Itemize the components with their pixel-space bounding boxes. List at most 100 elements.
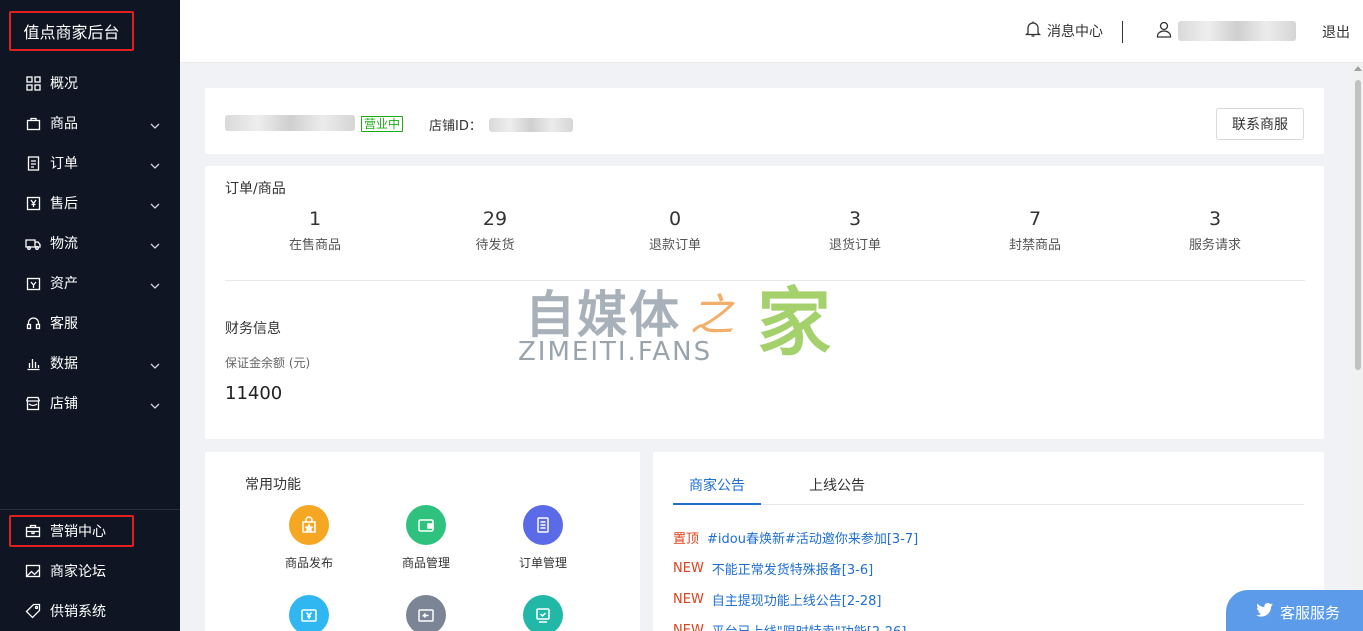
stat-return-orders[interactable]: 3 退货订单 — [765, 206, 945, 253]
customer-service-float-label: 客服服务 — [1280, 603, 1341, 622]
stat-refund-orders[interactable]: 0 退款订单 — [585, 206, 765, 253]
top-header: 消息中心 退出 — [180, 0, 1363, 63]
sidebar-divider — [0, 509, 180, 510]
stat-service-requests[interactable]: 3 服务请求 — [1125, 206, 1305, 253]
function-publish-product[interactable]: 商品发布 — [269, 505, 349, 571]
store-icon — [25, 395, 41, 411]
contact-service-button[interactable]: 联系商服 — [1216, 108, 1304, 140]
forum-icon — [25, 563, 41, 579]
sidebar-item-supply[interactable]: 供销系统 — [0, 591, 180, 631]
stat-on-sale[interactable]: 1 在售商品 — [225, 206, 405, 253]
chevron-down-icon — [150, 197, 160, 213]
shop-info-card: 营业中 店铺ID： 联系商服 — [205, 88, 1324, 154]
common-functions-title: 常用功能 — [245, 477, 301, 493]
yen-icon — [25, 195, 41, 211]
truck-icon — [25, 235, 41, 251]
shop-name-redacted — [225, 115, 355, 131]
sidebar-item-marketing[interactable]: 营销中心 — [0, 511, 180, 551]
sidebar-item-store[interactable]: 店铺 — [0, 383, 180, 423]
stat-value: 3 — [1208, 208, 1222, 230]
sidebar-item-data[interactable]: 数据 — [0, 343, 180, 383]
function-manage-products[interactable]: 商品管理 — [386, 505, 466, 571]
dashboard-icon — [25, 75, 41, 91]
username-redacted — [1178, 21, 1296, 41]
sidebar-item-orders[interactable]: 订单 — [0, 143, 180, 183]
function-item-5[interactable] — [386, 595, 466, 631]
sidebar-item-label: 商家论坛 — [50, 564, 106, 580]
tab-launch-announcements[interactable]: 上线公告 — [809, 475, 865, 505]
function-item-6[interactable] — [503, 595, 583, 631]
order-icon — [25, 155, 41, 171]
stat-value: 3 — [848, 208, 862, 230]
customer-service-float-button[interactable]: 客服服务 — [1226, 590, 1363, 631]
stat-label: 服务请求 — [1188, 238, 1241, 253]
return-box-icon — [406, 595, 446, 631]
function-manage-orders[interactable]: 订单管理 — [503, 505, 583, 571]
bar-chart-icon — [25, 355, 41, 371]
shop-id-redacted — [489, 118, 573, 132]
stat-banned-products[interactable]: 7 封禁商品 — [945, 206, 1125, 253]
chevron-down-icon — [150, 397, 160, 413]
stats-divider — [225, 280, 1305, 281]
bird-icon — [1256, 602, 1280, 622]
stat-label: 待发货 — [475, 238, 515, 253]
announcement-item[interactable]: NEW 自主提现功能上线公告[2-28] — [673, 584, 1304, 615]
headset-icon — [25, 315, 41, 331]
stat-value: 7 — [1028, 208, 1042, 230]
header-separator — [1122, 21, 1123, 43]
announcement-tabs: 商家公告 上线公告 — [673, 470, 1304, 505]
scrollbar-thumb[interactable] — [1355, 80, 1361, 370]
sidebar-item-assets[interactable]: 资产 — [0, 263, 180, 303]
sidebar-item-aftersales[interactable]: 售后 — [0, 183, 180, 223]
finance-title: 财务信息 — [225, 321, 281, 337]
function-item-4[interactable] — [269, 595, 349, 631]
stat-label: 退货订单 — [828, 238, 881, 253]
announcement-item[interactable]: NEW 不能正常发货特殊报备[3-6] — [673, 553, 1304, 584]
sidebar-item-logistics[interactable]: 物流 — [0, 223, 180, 263]
stat-to-ship[interactable]: 29 待发货 — [405, 206, 585, 253]
sidebar-item-label: 售后 — [50, 196, 78, 212]
sidebar-item-forum[interactable]: 商家论坛 — [0, 551, 180, 591]
sidebar-item-label: 订单 — [50, 156, 78, 172]
chevron-down-icon — [150, 237, 160, 253]
brand-title[interactable]: 值点商家后台 — [9, 11, 134, 51]
announcement-tag: 置顶 — [673, 532, 700, 547]
message-center-label: 消息中心 — [1047, 24, 1103, 40]
status-badge: 营业中 — [361, 116, 404, 132]
scroll-up-arrow-icon[interactable] — [1354, 66, 1362, 71]
logout-link[interactable]: 退出 — [1322, 22, 1350, 42]
chevron-down-icon — [150, 157, 160, 173]
announcement-tag: NEW — [673, 561, 704, 576]
chevron-down-icon — [150, 357, 160, 373]
announcement-tag: NEW — [673, 623, 704, 631]
tag-icon — [25, 603, 41, 619]
sidebar: 值点商家后台 概况 商品 订单 售后 物流 资产 客服 数据 店铺 营销中心 商… — [0, 0, 180, 631]
announcement-item[interactable]: NEW 平台已上线"限时特卖"功能[2-26] — [673, 615, 1304, 631]
stats-row: 1 在售商品 29 待发货 0 退款订单 3 退货订单 7 封禁商品 3 服务请… — [225, 206, 1305, 253]
yen-card-icon — [289, 595, 329, 631]
bell-icon — [1024, 20, 1047, 42]
shop-id-label: 店铺ID： — [429, 119, 482, 134]
announcement-list: 置顶 #idou春焕新#活动邀你来参加[3-7] NEW 不能正常发货特殊报备[… — [673, 522, 1304, 631]
stat-label: 退款订单 — [648, 238, 701, 253]
message-center-button[interactable]: 消息中心 — [1024, 20, 1103, 42]
sidebar-item-customer-service[interactable]: 客服 — [0, 303, 180, 343]
common-functions-card: 常用功能 商品发布 商品管理 订单管理 — [205, 452, 640, 631]
user-menu[interactable] — [1155, 20, 1296, 42]
tab-merchant-announcements[interactable]: 商家公告 — [673, 475, 761, 505]
marketing-icon — [25, 523, 41, 539]
announcement-text: #idou春焕新#活动邀你来参加[3-7] — [707, 532, 919, 547]
sidebar-bottom-nav: 营销中心 商家论坛 供销系统 — [0, 511, 180, 631]
orders-products-title: 订单/商品 — [225, 181, 286, 197]
sidebar-item-products[interactable]: 商品 — [0, 103, 180, 143]
deposit-value: 11400 — [225, 383, 283, 404]
stats-card: 订单/商品 1 在售商品 29 待发货 0 退款订单 3 退货订单 7 封禁商品… — [205, 166, 1324, 439]
stat-value: 0 — [668, 208, 682, 230]
screen-check-icon — [523, 595, 563, 631]
sidebar-item-overview[interactable]: 概况 — [0, 63, 180, 103]
announcement-text: 不能正常发货特殊报备[3-6] — [711, 563, 874, 578]
sidebar-item-label: 资产 — [50, 276, 78, 292]
stat-value: 29 — [482, 208, 508, 230]
announcement-text: 自主提现功能上线公告[2-28] — [711, 594, 882, 609]
announcement-item[interactable]: 置顶 #idou春焕新#活动邀你来参加[3-7] — [673, 522, 1304, 553]
